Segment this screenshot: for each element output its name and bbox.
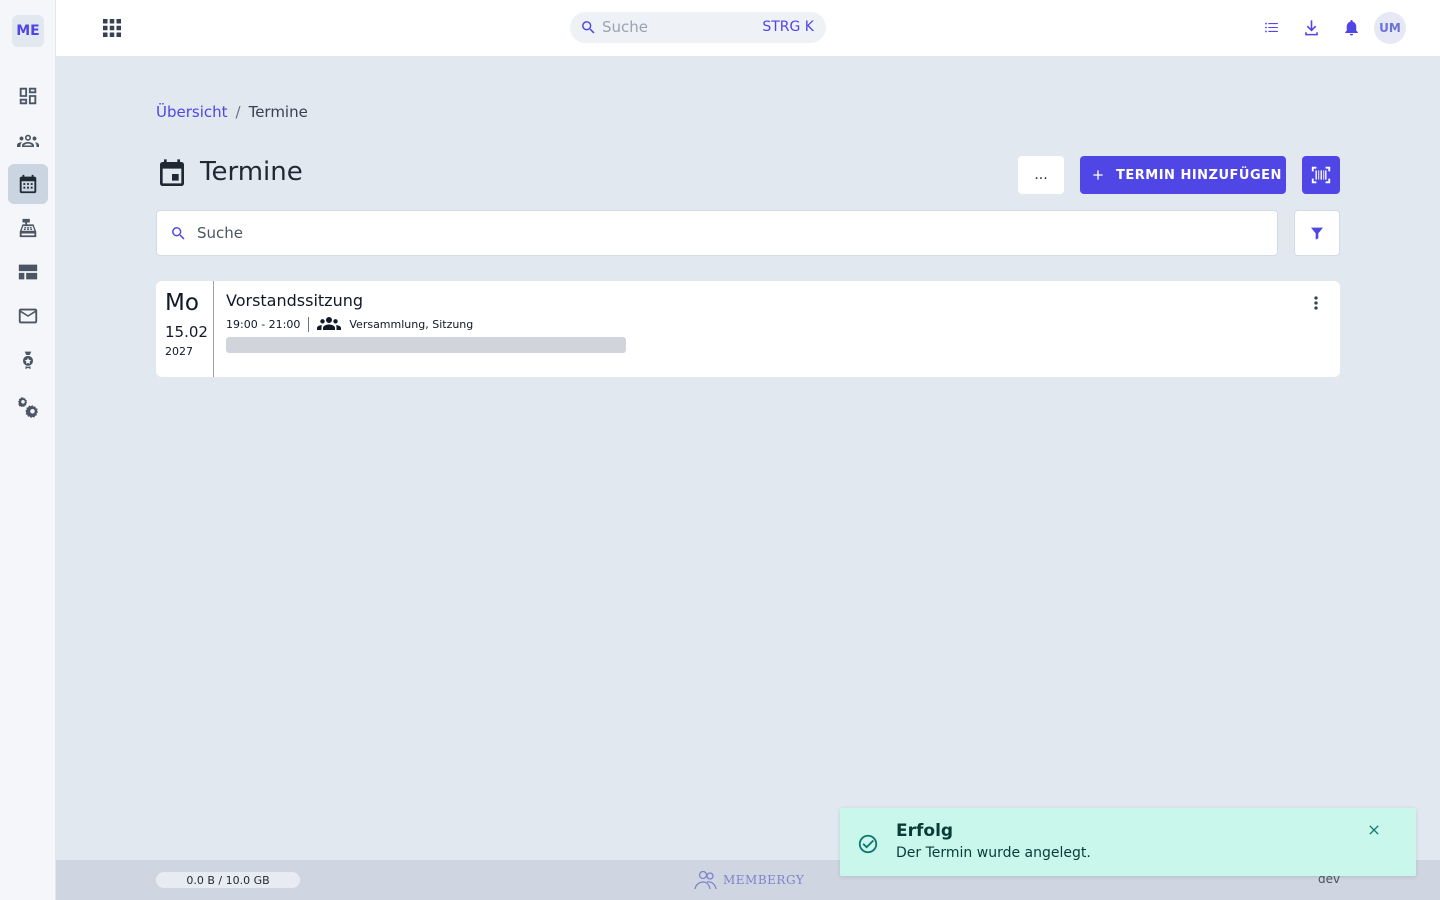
award-icon [18, 349, 38, 371]
dashboard-icon [17, 85, 39, 107]
event-menu-button[interactable] [1306, 293, 1326, 313]
event-description-placeholder [226, 337, 626, 353]
download-icon [1302, 18, 1322, 37]
sidebar-item-settings[interactable] [8, 386, 48, 426]
toast-close-button[interactable] [1366, 822, 1382, 838]
app-launcher-button[interactable] [100, 16, 124, 40]
event-title[interactable]: Vorstandssitzung [226, 291, 363, 310]
check-circle-icon [857, 833, 879, 855]
footer-logo-text: MEMBERGY [723, 873, 805, 887]
task-list-button[interactable] [1262, 18, 1282, 38]
membergy-logo-icon [693, 869, 719, 891]
sidebar-item-members[interactable] [8, 120, 48, 160]
sidebar-item-awards[interactable] [8, 340, 48, 380]
cash-register-icon [17, 217, 39, 239]
table-view-icon [17, 261, 39, 283]
storage-usage: 0.0 B / 10.0 GB [156, 872, 300, 888]
bell-icon [1342, 18, 1362, 37]
more-vertical-icon [1306, 293, 1326, 313]
event-search-placeholder: Suche [197, 224, 244, 242]
success-toast: Erfolg Der Termin wurde angelegt. [840, 808, 1416, 876]
members-icon [16, 128, 40, 152]
list-icon [1262, 18, 1282, 37]
event-weekday: Mo [165, 290, 199, 316]
settings-icon [16, 394, 40, 418]
sidebar-item-mail[interactable] [8, 296, 48, 336]
event-search-input[interactable]: Suche [156, 210, 1278, 256]
filter-icon [1309, 225, 1325, 241]
close-icon [1366, 822, 1382, 838]
global-search-input[interactable]: Suche STRG K [570, 12, 826, 43]
breadcrumb-current: Termine [248, 103, 308, 121]
apps-grid-icon [100, 16, 124, 40]
sidebar-item-calendar[interactable] [8, 164, 48, 204]
sidebar: ME [0, 0, 56, 900]
sidebar-item-table-view[interactable] [8, 252, 48, 292]
breadcrumb-overview-link[interactable]: Übersicht [156, 103, 228, 121]
notifications-button[interactable] [1342, 18, 1362, 38]
event-year: 2027 [165, 345, 193, 358]
top-bar: Suche STRG K UM [56, 0, 1440, 56]
sidebar-item-cash-register[interactable] [8, 208, 48, 248]
toast-message: Der Termin wurde angelegt. [896, 845, 1091, 861]
scan-barcode-button[interactable] [1302, 156, 1340, 194]
meta-divider [308, 316, 310, 332]
search-shortcut-hint: STRG K [762, 19, 814, 35]
sidebar-item-dashboard[interactable] [8, 76, 48, 116]
footer-logo: MEMBERGY [693, 869, 804, 891]
downloads-button[interactable] [1302, 18, 1322, 38]
global-search-placeholder: Suche [602, 18, 649, 36]
calendar-icon [17, 173, 39, 195]
user-avatar[interactable]: UM [1374, 12, 1406, 44]
add-event-button[interactable]: TERMIN HINZUFÜGEN [1080, 156, 1286, 194]
event-date: Mo 15.02 2027 [156, 281, 214, 377]
search-icon [580, 19, 597, 36]
filter-button[interactable] [1294, 210, 1340, 256]
breadcrumb-separator: / [235, 103, 241, 121]
breadcrumb: Übersicht / Termine [156, 103, 308, 121]
event-meta: 19:00 - 21:00 Versammlung, Sitzung [226, 316, 473, 332]
event-time: 19:00 - 21:00 [226, 317, 301, 331]
event-list-item[interactable]: Mo 15.02 2027 Vorstandssitzung 19:00 - 2… [156, 281, 1340, 377]
more-options-button[interactable]: ... [1018, 156, 1064, 194]
brand-logo[interactable]: ME [12, 15, 44, 47]
group-icon [317, 316, 342, 332]
page-title: Termine [200, 157, 303, 187]
barcode-scan-icon [1310, 164, 1332, 186]
add-event-label: TERMIN HINZUFÜGEN [1116, 167, 1282, 183]
plus-icon [1090, 167, 1106, 183]
toast-title: Erfolg [896, 821, 954, 841]
mail-icon [17, 305, 39, 327]
event-day-month: 15.02 [165, 323, 208, 341]
search-icon [170, 225, 187, 242]
event-calendar-icon [156, 158, 188, 190]
event-categories: Versammlung, Sitzung [349, 317, 474, 331]
